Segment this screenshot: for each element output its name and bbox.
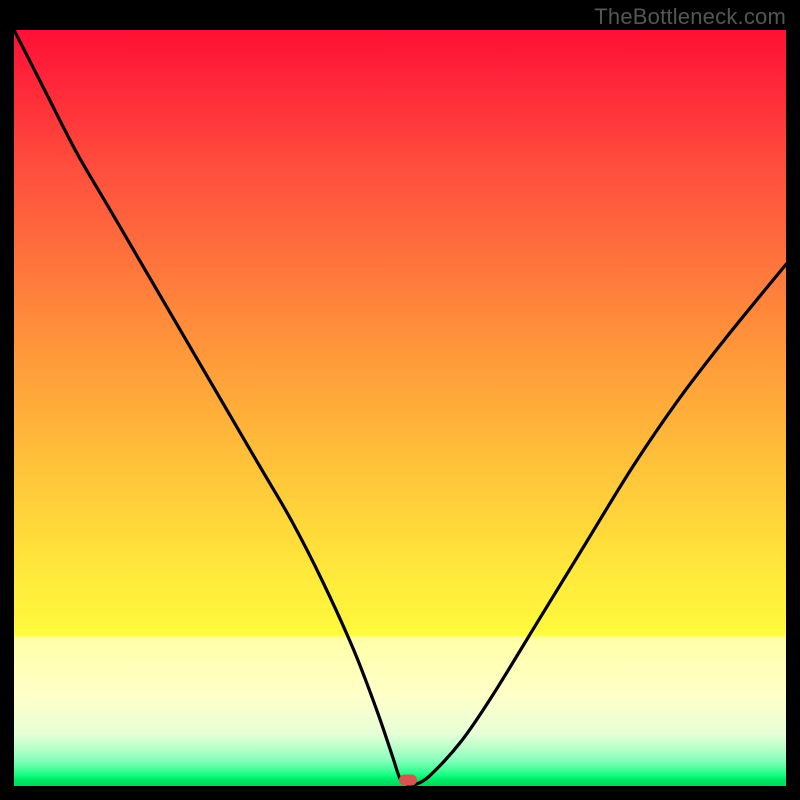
plot-area bbox=[14, 30, 786, 786]
chart-frame: TheBottleneck.com bbox=[0, 0, 800, 800]
watermark-text: TheBottleneck.com bbox=[594, 4, 786, 30]
optimal-point-marker bbox=[399, 774, 417, 785]
bottleneck-curve bbox=[14, 30, 786, 786]
